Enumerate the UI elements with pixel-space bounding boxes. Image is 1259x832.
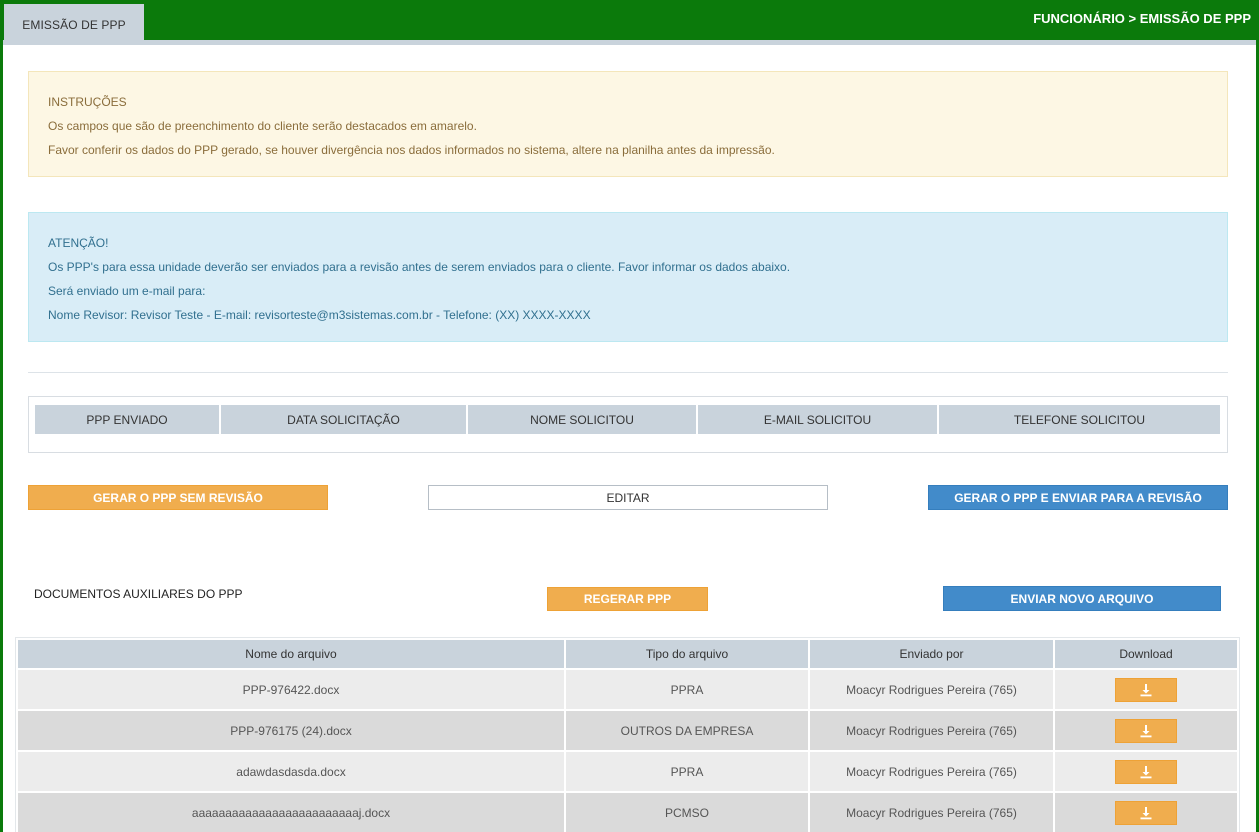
page-frame xyxy=(0,0,1259,832)
